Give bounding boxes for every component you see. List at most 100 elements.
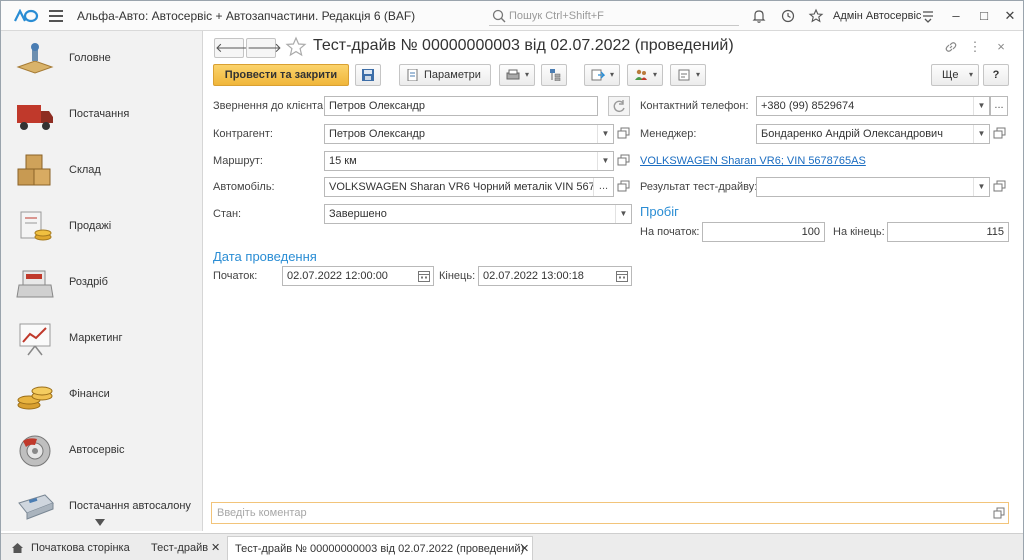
chart-board-icon bbox=[19, 323, 51, 356]
contact-phone-label: Контактний телефон: bbox=[640, 100, 749, 112]
close-form-button[interactable]: × bbox=[994, 40, 1008, 54]
state-select[interactable]: Завершено ▼ bbox=[324, 204, 632, 224]
chevron-down-icon[interactable]: ▼ bbox=[973, 97, 989, 115]
back-button[interactable]: 🡐 bbox=[214, 38, 250, 58]
open-in-window-icon[interactable] bbox=[615, 152, 631, 170]
vehicle-link[interactable]: VOLKSWAGEN Sharan VR6; VIN 5678765AS bbox=[640, 155, 866, 167]
more-actions-icon[interactable]: ⋮ bbox=[968, 40, 982, 54]
open-in-window-icon[interactable] bbox=[615, 178, 631, 196]
open-in-window-icon[interactable] bbox=[991, 125, 1007, 143]
boxes-icon bbox=[17, 154, 51, 186]
tab-home[interactable]: Початкова сторінка bbox=[9, 536, 141, 560]
save-disk-icon bbox=[362, 69, 374, 81]
users-menu-button[interactable]: ▾ bbox=[627, 64, 663, 86]
tab-test-drive-list[interactable]: Тест-драйв ✕ bbox=[147, 536, 223, 560]
start-date-field[interactable]: 02.07.2022 12:00:00 bbox=[282, 266, 434, 286]
chevron-down-icon[interactable]: ▼ bbox=[597, 152, 613, 170]
client-request-label: Звернення до клієнта: bbox=[213, 100, 327, 112]
post-and-close-button[interactable]: Провести та закрити bbox=[213, 64, 349, 86]
cash-register-icon bbox=[16, 270, 54, 298]
history-icon[interactable] bbox=[780, 8, 796, 24]
select-dots-button[interactable]: ... bbox=[990, 96, 1008, 116]
print-menu-button[interactable]: ▾ bbox=[499, 64, 535, 86]
chevron-down-icon: ▾ bbox=[609, 70, 614, 79]
document-structure-button[interactable] bbox=[541, 64, 567, 86]
sidebar-item-label: Головне bbox=[69, 52, 111, 64]
sidebar-item-label: Постачання автосалону bbox=[69, 500, 191, 512]
open-in-window-icon[interactable] bbox=[991, 178, 1007, 196]
scroll-down-icon[interactable] bbox=[95, 519, 105, 527]
open-in-window-icon[interactable] bbox=[615, 125, 631, 143]
route-select[interactable]: 15 км ▼ bbox=[324, 151, 614, 171]
save-button[interactable] bbox=[355, 64, 381, 86]
tab-close-icon[interactable]: ✕ bbox=[520, 537, 529, 560]
search-input[interactable]: Пошук Ctrl+Shift+F bbox=[489, 7, 739, 26]
sidebar-item-sales[interactable]: Продажі bbox=[1, 199, 201, 255]
calendar-icon[interactable] bbox=[615, 269, 629, 283]
main-menu-icon[interactable] bbox=[49, 10, 63, 22]
sidebar-item-supply[interactable]: Постачання bbox=[1, 87, 201, 143]
refresh-icon[interactable] bbox=[608, 96, 630, 116]
help-button[interactable]: ? bbox=[983, 64, 1009, 86]
sidebar-item-label: Склад bbox=[69, 164, 101, 176]
close-window-button[interactable]: ✕ bbox=[1001, 7, 1019, 25]
chevron-down-icon[interactable]: ▼ bbox=[973, 125, 989, 143]
open-in-window-icon[interactable] bbox=[992, 506, 1006, 520]
start-date-value: 02.07.2022 12:00:00 bbox=[287, 270, 388, 282]
client-request-value: Петров Олександр bbox=[329, 100, 425, 112]
sidebar-item-warehouse[interactable]: Склад bbox=[1, 143, 201, 199]
chevron-down-icon[interactable]: ▼ bbox=[973, 178, 989, 196]
more-button[interactable]: Ще ▾ bbox=[931, 64, 979, 86]
manager-select[interactable]: Бондаренко Андрій Олександрович ▼ bbox=[756, 124, 990, 144]
tab-test-drive-document[interactable]: Тест-драйв № 00000000003 від 02.07.2022 … bbox=[227, 536, 533, 560]
parameters-button[interactable]: Параметри bbox=[399, 64, 491, 86]
mileage-end-label: На кінець: bbox=[833, 226, 885, 238]
more-label: Ще bbox=[942, 69, 959, 81]
sidebar-item-autoservice[interactable]: Автосервіс bbox=[1, 423, 201, 479]
sidebar-item-marketing[interactable]: Маркетинг bbox=[1, 311, 201, 367]
client-request-field[interactable]: Петров Олександр bbox=[324, 96, 598, 116]
mileage-end-field[interactable]: 115 bbox=[887, 222, 1009, 242]
link-icon[interactable] bbox=[944, 40, 958, 54]
comment-placeholder: Введіть коментар bbox=[217, 507, 307, 519]
favorites-star-icon[interactable] bbox=[808, 8, 824, 24]
forward-button[interactable]: 🡒 bbox=[246, 38, 282, 58]
settings-menu-icon[interactable] bbox=[920, 8, 936, 24]
sidebar-item-finance[interactable]: Фінанси bbox=[1, 367, 201, 423]
tab-close-icon[interactable]: ✕ bbox=[211, 536, 220, 560]
tab-bar: Початкова сторінка Тест-драйв ✕ Тест-дра… bbox=[1, 533, 1023, 560]
maximize-button[interactable]: □ bbox=[975, 7, 993, 25]
end-date-field[interactable]: 02.07.2022 13:00:18 bbox=[478, 266, 632, 286]
state-label: Стан: bbox=[213, 208, 242, 220]
test-drive-result-select[interactable]: ▼ bbox=[756, 177, 990, 197]
create-based-on-button[interactable]: ▾ bbox=[584, 64, 620, 86]
app-logo-icon[interactable] bbox=[13, 9, 39, 23]
structure-icon bbox=[550, 69, 561, 81]
document-settings-icon bbox=[407, 69, 418, 81]
car-field[interactable]: VOLKSWAGEN Sharan VR6 Чорний металік VIN… bbox=[324, 177, 614, 197]
sidebar-item-main[interactable]: Головне bbox=[1, 31, 201, 87]
counterparty-value: Петров Олександр bbox=[329, 128, 425, 140]
sidebar-item-retail[interactable]: Роздріб bbox=[1, 255, 201, 311]
sales-coins-icon bbox=[20, 211, 52, 241]
home-desk-icon bbox=[16, 43, 54, 74]
start-date-label: Початок: bbox=[213, 270, 258, 282]
chevron-down-icon[interactable]: ▼ bbox=[597, 125, 613, 143]
minimize-button[interactable]: – bbox=[947, 7, 965, 25]
calendar-icon[interactable] bbox=[417, 269, 431, 283]
user-name[interactable]: Адмін Автосервіс bbox=[833, 10, 921, 22]
end-date-value: 02.07.2022 13:00:18 bbox=[483, 270, 584, 282]
bell-icon[interactable] bbox=[751, 8, 767, 24]
favorite-star-icon[interactable] bbox=[285, 36, 307, 58]
counterparty-select[interactable]: Петров Олександр ▼ bbox=[324, 124, 614, 144]
end-date-label: Кінець: bbox=[439, 270, 476, 282]
mileage-start-field[interactable]: 100 bbox=[702, 222, 825, 242]
sidebar-item-label: Продажі bbox=[69, 220, 112, 232]
chevron-down-icon[interactable]: ▼ bbox=[615, 205, 631, 223]
chevron-down-icon: ▾ bbox=[968, 70, 973, 79]
reports-menu-button[interactable]: ▾ bbox=[670, 64, 706, 86]
select-dots-button[interactable]: ... bbox=[593, 178, 613, 196]
tab-test-drive-list-label: Тест-драйв bbox=[151, 542, 209, 554]
contact-phone-field[interactable]: +380 (99) 8529674 ▼ bbox=[756, 96, 990, 116]
comment-input[interactable]: Введіть коментар bbox=[211, 502, 1009, 524]
